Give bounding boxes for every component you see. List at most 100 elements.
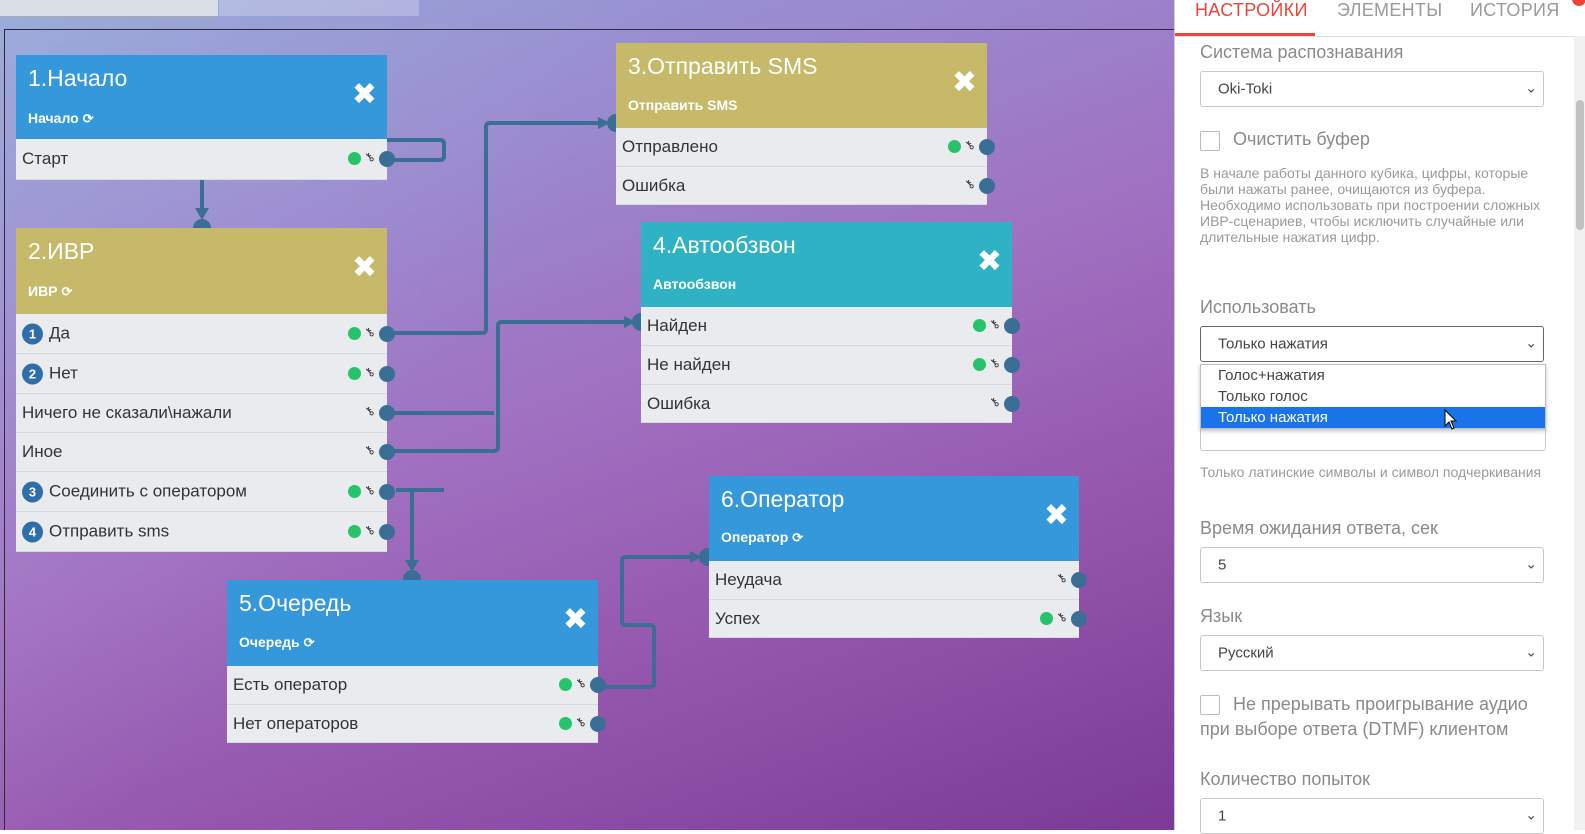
node-autodial[interactable]: 4.Автообзвон Автообзвон ✖ Найден ⚷ Не на… xyxy=(641,222,1020,423)
key-icon[interactable]: ⚷ xyxy=(987,355,1003,371)
refresh-icon[interactable]: ⟳ xyxy=(83,111,94,126)
mouse-cursor-icon xyxy=(1444,409,1458,430)
node-start[interactable]: 1.Начало Начало ⟳ ✖ Старт ⚷ xyxy=(16,55,395,180)
close-icon[interactable]: ✖ xyxy=(952,65,977,100)
key-icon[interactable]: ⚷ xyxy=(987,393,1003,409)
close-icon[interactable]: ✖ xyxy=(977,244,1002,279)
close-icon[interactable]: ✖ xyxy=(563,602,588,637)
chevron-down-icon: ⌄ xyxy=(1525,643,1537,660)
recognition-value: Oki-Toki xyxy=(1218,80,1273,98)
attempts-select[interactable]: 1 ⌄ xyxy=(1200,798,1544,834)
close-icon[interactable]: ✖ xyxy=(352,250,377,285)
key-icon[interactable]: ⚷ xyxy=(362,442,378,458)
row-label: Старт xyxy=(22,149,69,168)
refresh-icon[interactable]: ⟳ xyxy=(62,284,73,299)
timeout-label: Время ожидания ответа, сек xyxy=(1200,518,1438,538)
key-icon[interactable]: ⚷ xyxy=(362,403,378,419)
dropdown-option[interactable]: Только голос xyxy=(1201,386,1545,407)
scrollbar-thumb[interactable] xyxy=(1576,100,1584,230)
use-select[interactable]: Только нажатия ⌄ xyxy=(1200,326,1544,362)
key-icon[interactable]: ⚷ xyxy=(573,675,589,691)
tab-elements[interactable]: ЭЛЕМЕНТЫ xyxy=(1337,0,1443,21)
node-subtitle-text: ИВР xyxy=(28,283,58,299)
active-tab-indicator xyxy=(1175,33,1315,36)
key-icon[interactable]: ⚷ xyxy=(987,316,1003,332)
node-title: 6.Оператор xyxy=(721,486,845,512)
recognition-select[interactable]: Oki-Toki ⌄ xyxy=(1200,71,1544,107)
output-port[interactable] xyxy=(379,325,395,342)
output-port[interactable] xyxy=(379,483,395,500)
dropdown-option-selected[interactable]: Только нажатия xyxy=(1201,407,1545,428)
node-header[interactable]: 2.ИВР ИВР ⟳ ✖ xyxy=(16,228,387,314)
tab-history[interactable]: ИСТОРИЯ xyxy=(1470,0,1560,21)
status-dot xyxy=(348,326,361,340)
output-port[interactable] xyxy=(379,444,395,460)
node-subtitle: Оператор ⟳ xyxy=(721,529,803,546)
key-icon[interactable]: ⚷ xyxy=(362,323,378,339)
key-icon[interactable]: ⚷ xyxy=(362,481,378,497)
close-icon[interactable]: ✖ xyxy=(352,77,377,112)
key-icon[interactable]: ⚷ xyxy=(962,175,978,191)
node-subtitle: Автообзвон xyxy=(653,276,737,292)
close-icon[interactable]: ✖ xyxy=(1044,498,1069,533)
timeout-select[interactable]: 5 ⌄ xyxy=(1200,547,1544,583)
status-dot xyxy=(559,678,572,691)
latin-help: Только латинские символы и символ подчер… xyxy=(1200,464,1542,480)
tab-settings[interactable]: НАСТРОЙКИ xyxy=(1195,0,1308,21)
output-port[interactable] xyxy=(1071,572,1087,588)
node-queue[interactable]: 5.Очередь Очередь ⟳ ✖ Есть оператор ⚷ Нет… xyxy=(227,580,606,743)
dropdown-option[interactable]: Голос+нажатия xyxy=(1201,365,1545,386)
key-icon[interactable]: ⚷ xyxy=(362,363,378,379)
row-label: 3 Соединить с оператором xyxy=(22,480,247,503)
chevron-down-icon: ⌄ xyxy=(1525,806,1537,823)
node-title: 1.Начало xyxy=(28,65,128,91)
panel-scrollbar[interactable] xyxy=(1574,36,1585,830)
refresh-icon[interactable]: ⟳ xyxy=(792,530,803,545)
key-icon[interactable]: ⚷ xyxy=(573,713,589,729)
status-dot xyxy=(348,366,361,380)
row-label-text: Соединить с оператором xyxy=(49,480,247,500)
output-port[interactable] xyxy=(590,677,606,693)
clear-buffer-help: В начале работы данного кубика, цифры, к… xyxy=(1200,165,1541,245)
key-icon[interactable]: ⚷ xyxy=(1054,570,1070,586)
wire-other-to-autodial xyxy=(388,320,626,453)
key-icon[interactable]: ⚷ xyxy=(362,149,378,165)
node-ivr[interactable]: 2.ИВР ИВР ⟳ ✖ 1 Да ⚷ 2 Нет ⚷ Ничего не сказ… xyxy=(16,228,395,552)
node-header[interactable]: 1.Начало Начало ⟳ ✖ xyxy=(16,55,387,139)
flow-canvas[interactable]: 1.Начало Начало ⟳ ✖ Старт ⚷ 2.ИВР ИВР ⟳ ✖ … xyxy=(0,0,1186,830)
output-port[interactable] xyxy=(379,151,395,167)
key-icon[interactable]: ⚷ xyxy=(962,137,978,153)
number-badge: 3 xyxy=(22,481,43,503)
output-port[interactable] xyxy=(590,715,606,732)
status-dot xyxy=(1040,611,1053,625)
output-port[interactable] xyxy=(1004,318,1020,334)
output-port[interactable] xyxy=(1004,395,1020,412)
output-port[interactable] xyxy=(979,177,995,194)
key-icon[interactable]: ⚷ xyxy=(1054,608,1070,624)
node-header[interactable]: 5.Очередь Очередь ⟳ ✖ xyxy=(227,580,598,666)
node-subtitle: Отправить SMS xyxy=(628,97,738,113)
node-header[interactable]: 4.Автообзвон Автообзвон ✖ xyxy=(641,222,1012,307)
settings-panel: НАСТРОЙКИ ЭЛЕМЕНТЫ ИСТОРИЯ Система распо… xyxy=(1174,0,1585,834)
refresh-icon[interactable]: ⟳ xyxy=(304,635,315,650)
output-port[interactable] xyxy=(379,405,395,421)
node-header[interactable]: 6.Оператор Оператор ⟳ ✖ xyxy=(709,476,1079,561)
output-port[interactable] xyxy=(379,523,395,540)
row-label: Успех xyxy=(715,608,760,628)
node-header[interactable]: 3.Отправить SMS Отправить SMS ✖ xyxy=(616,43,987,128)
output-port[interactable] xyxy=(379,365,395,382)
row-label-text: Да xyxy=(49,322,70,342)
clear-buffer-checkbox[interactable] xyxy=(1200,131,1220,151)
output-port[interactable] xyxy=(979,139,995,155)
node-row: Найден ⚷ xyxy=(641,307,1020,346)
output-port[interactable] xyxy=(1004,357,1020,373)
number-badge: 1 xyxy=(22,323,43,345)
node-operator[interactable]: 6.Оператор Оператор ⟳ ✖ Неудача ⚷ Успех ⚷ xyxy=(709,476,1087,638)
row-label: Нет операторов xyxy=(233,713,359,733)
key-icon[interactable]: ⚷ xyxy=(362,521,378,537)
status-dot xyxy=(559,716,572,730)
node-send-sms[interactable]: 3.Отправить SMS Отправить SMS ✖ Отправле… xyxy=(616,43,995,205)
language-select[interactable]: Русский ⌄ xyxy=(1200,635,1544,671)
node-row: Нет операторов ⚷ xyxy=(227,705,606,743)
output-port[interactable] xyxy=(1071,610,1087,627)
